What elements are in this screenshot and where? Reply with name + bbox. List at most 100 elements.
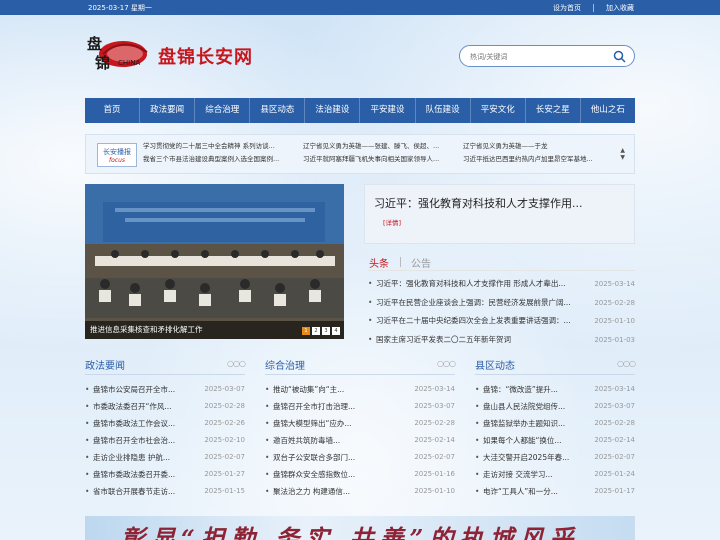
section-header-politics: 政法要闻 ○○○ <box>85 357 246 375</box>
list-item-title[interactable]: 走访企业排隐患 护航... <box>93 449 170 466</box>
arrow-up-icon[interactable]: ▲ <box>620 147 625 154</box>
arrow-down-icon[interactable]: ▼ <box>620 154 625 161</box>
nav-item-county-news[interactable]: 县区动态 <box>250 98 306 123</box>
list-item-title[interactable]: 盘锦群众安全感指数位... <box>273 466 355 483</box>
more-icon[interactable]: ○○○ <box>617 359 636 368</box>
slider-dot[interactable]: 3 <box>322 327 330 335</box>
list-item[interactable]: • 推动“被动集”向“主... 2025-03-14 <box>265 381 455 398</box>
tab-notices[interactable]: 公告 <box>411 255 431 270</box>
list-item-title[interactable]: 省市联合开展春节走访... <box>93 483 175 500</box>
more-icon[interactable]: ○○○ <box>227 359 246 368</box>
news-ticker: 长安播报 focus 学习贯彻党的二十届三中全会精神 系列访谈... 我省三个市… <box>85 134 635 174</box>
list-item-title[interactable]: 习近平：强化教育对科技和人才支撑作用 形成人才辈出... <box>376 275 566 294</box>
list-item-title[interactable]: 盘锦市公安局召开全市... <box>93 381 175 398</box>
list-item[interactable]: • 国家主席习近平发表二〇二五年新年贺词 2025-01-03 <box>368 331 635 350</box>
nav-item-rule-of-law[interactable]: 法治建设 <box>305 98 361 123</box>
list-item-title[interactable]: 聚法治之力 构建通信... <box>273 483 350 500</box>
list-item[interactable]: • 大洼交警开启2025年春... 2025-02-07 <box>475 449 635 466</box>
list-item[interactable]: • 盘锦市委政法委召开委... 2025-01-27 <box>85 466 245 483</box>
list-item[interactable]: • 盘锦群众安全感指数位... 2025-01-16 <box>265 466 455 483</box>
tab-headlines[interactable]: 头条 <box>369 255 389 270</box>
ticker-link[interactable]: 辽宁省见义勇为英雄——张建、滕飞、侯超、... <box>303 140 439 153</box>
list-item-title[interactable]: 盘锦市召开全市社会治... <box>93 432 175 449</box>
slider-dot[interactable]: 1 <box>302 327 310 335</box>
nav-item-safety[interactable]: 平安建设 <box>360 98 416 123</box>
nav-item-home[interactable]: 首页 <box>85 98 141 123</box>
list-item[interactable]: • 盘山县人民法院党组传... 2025-03-07 <box>475 398 635 415</box>
list-item[interactable]: • 电诈“工具人”和一分... 2025-01-17 <box>475 483 635 500</box>
search-icon[interactable] <box>613 50 626 63</box>
add-favorite-link[interactable]: 加入收藏 <box>606 4 634 12</box>
headline-title[interactable]: 习近平：强化教育对科技和人才支撑作用... <box>374 195 583 211</box>
list-item-title[interactable]: 盘山县人民法院党组传... <box>483 398 565 415</box>
list-item-title[interactable]: 邀百姓共筑防毒墙... <box>273 432 340 449</box>
ticker-link[interactable]: 我省三个市县法治建设典型案例入选全国案例... <box>143 153 279 166</box>
section-title[interactable]: 县区动态 <box>475 357 515 372</box>
slider-dot[interactable]: 2 <box>312 327 320 335</box>
nav-item-politics-news[interactable]: 政法要闻 <box>140 98 196 123</box>
list-item-date: 2025-01-10 <box>414 487 455 495</box>
list-item[interactable]: • 盘锦监狱举办主题知识... 2025-02-28 <box>475 415 635 432</box>
list-item[interactable]: • 聚法治之力 构建通信... 2025-01-10 <box>265 483 455 500</box>
list-item-title[interactable]: 盘锦召开全市打击治理... <box>273 398 355 415</box>
list-item-title[interactable]: 盘锦市委政法工作会议... <box>93 415 175 432</box>
tab-divider <box>400 257 401 267</box>
headline-more-link[interactable]: [详情] <box>383 217 401 227</box>
ticker-link[interactable]: 习近平就阿塞拜疆飞机失事向相关国家领导人... <box>303 153 439 166</box>
ticker-link[interactable]: 学习贯彻党的二十届三中全会精神 系列访谈... <box>143 140 279 153</box>
ticker-link[interactable]: 辽宁省见义勇为英雄——于龙 <box>463 140 593 153</box>
list-item[interactable]: • 走访对接 交流学习... 2025-01-24 <box>475 466 635 483</box>
list-item[interactable]: • 盘锦：“微改造”提升... 2025-03-14 <box>475 381 635 398</box>
set-homepage-link[interactable]: 设为首页 <box>553 4 581 12</box>
list-item-title[interactable]: 国家主席习近平发表二〇二五年新年贺词 <box>376 331 511 350</box>
list-item[interactable]: • 走访企业排隐患 护航... 2025-02-07 <box>85 449 245 466</box>
bullet-icon: • <box>368 334 373 344</box>
ticker-label-en: focus <box>108 157 125 164</box>
bullet-icon: • <box>85 487 90 496</box>
list-item-title[interactable]: 盘锦：“微改造”提升... <box>483 381 558 398</box>
list-item[interactable]: • 盘锦市公安局召开全市... 2025-03-07 <box>85 381 245 398</box>
slider-dot[interactable]: 4 <box>332 327 340 335</box>
section-title[interactable]: 政法要闻 <box>85 357 125 372</box>
list-item-title[interactable]: 如果每个人都能“换位... <box>483 432 562 449</box>
ticker-link[interactable]: 习近平抵达巴西里约热内卢加里昂空军基地... <box>463 153 593 166</box>
list-item[interactable]: • 邀百姓共筑防毒墙... 2025-02-14 <box>265 432 455 449</box>
list-item-title[interactable]: 推动“被动集”向“主... <box>273 381 344 398</box>
list-item-title[interactable]: 走访对接 交流学习... <box>483 466 553 483</box>
list-item[interactable]: • 盘锦大模型筛出“应办... 2025-02-28 <box>265 415 455 432</box>
list-item-title[interactable]: 盘锦市委政法委召开委... <box>93 466 175 483</box>
list-item[interactable]: • 盘锦召开全市打击治理... 2025-03-07 <box>265 398 455 415</box>
logo-emblem-char-1: 盘 <box>87 35 102 53</box>
list-item[interactable]: • 习近平在民营企业座谈会上强调：民营经济发展前景广阔... 2025-02-2… <box>368 294 635 313</box>
list-item[interactable]: • 如果每个人都能“换位... 2025-02-14 <box>475 432 635 449</box>
nav-item-others[interactable]: 他山之石 <box>581 98 635 123</box>
list-item[interactable]: • 双台子公安联合多部门... 2025-02-07 <box>265 449 455 466</box>
list-item-title[interactable]: 习近平在民营企业座谈会上强调：民营经济发展前景广阔... <box>376 294 571 313</box>
search-input[interactable] <box>470 50 610 63</box>
nav-item-governance[interactable]: 综合治理 <box>195 98 251 123</box>
nav-item-stars[interactable]: 长安之星 <box>526 98 581 123</box>
image-slider[interactable]: 推进信息采集核查和矛排化解工作 1 2 3 4 <box>85 184 344 339</box>
nav-item-team[interactable]: 队伍建设 <box>416 98 471 123</box>
section-title[interactable]: 综合治理 <box>265 357 305 372</box>
list-item-date: 2025-01-03 <box>594 335 635 344</box>
list-item-title[interactable]: 盘锦监狱举办主题知识... <box>483 415 565 432</box>
list-item[interactable]: • 市委政法委召开“作风... 2025-02-28 <box>85 398 245 415</box>
more-icon[interactable]: ○○○ <box>437 359 456 368</box>
list-item-date: 2025-01-24 <box>594 470 635 478</box>
list-item[interactable]: • 盘锦市召开全市社会治... 2025-02-10 <box>85 432 245 449</box>
list-item[interactable]: • 盘锦市委政法工作会议... 2025-02-26 <box>85 415 245 432</box>
list-item-title[interactable]: 市委政法委召开“作风... <box>93 398 172 415</box>
list-item-title[interactable]: 电诈“工具人”和一分... <box>483 483 558 500</box>
nav-item-culture[interactable]: 平安文化 <box>471 98 526 123</box>
bullet-icon: • <box>475 402 480 411</box>
list-item[interactable]: • 省市联合开展春节走访... 2025-01-15 <box>85 483 245 500</box>
list-item-title[interactable]: 习近平在二十届中央纪委四次全会上发表重要讲话强调：... <box>376 312 571 331</box>
list-item-title[interactable]: 双台子公安联合多部门... <box>273 449 355 466</box>
list-item-title[interactable]: 大洼交警开启2025年春... <box>483 449 569 466</box>
list-item[interactable]: • 习近平在二十届中央纪委四次全会上发表重要讲话强调：... 2025-01-1… <box>368 312 635 331</box>
promo-banner[interactable]: 彰显“担勤 务实 共善”的执城风采 <box>85 516 635 540</box>
list-item[interactable]: • 习近平：强化教育对科技和人才支撑作用 形成人才辈出... 2025-03-1… <box>368 275 635 294</box>
list-item-title[interactable]: 盘锦大模型筛出“应办... <box>273 415 352 432</box>
site-logo[interactable]: 盘 锦 CHINA 盘锦长安网 <box>85 30 265 82</box>
